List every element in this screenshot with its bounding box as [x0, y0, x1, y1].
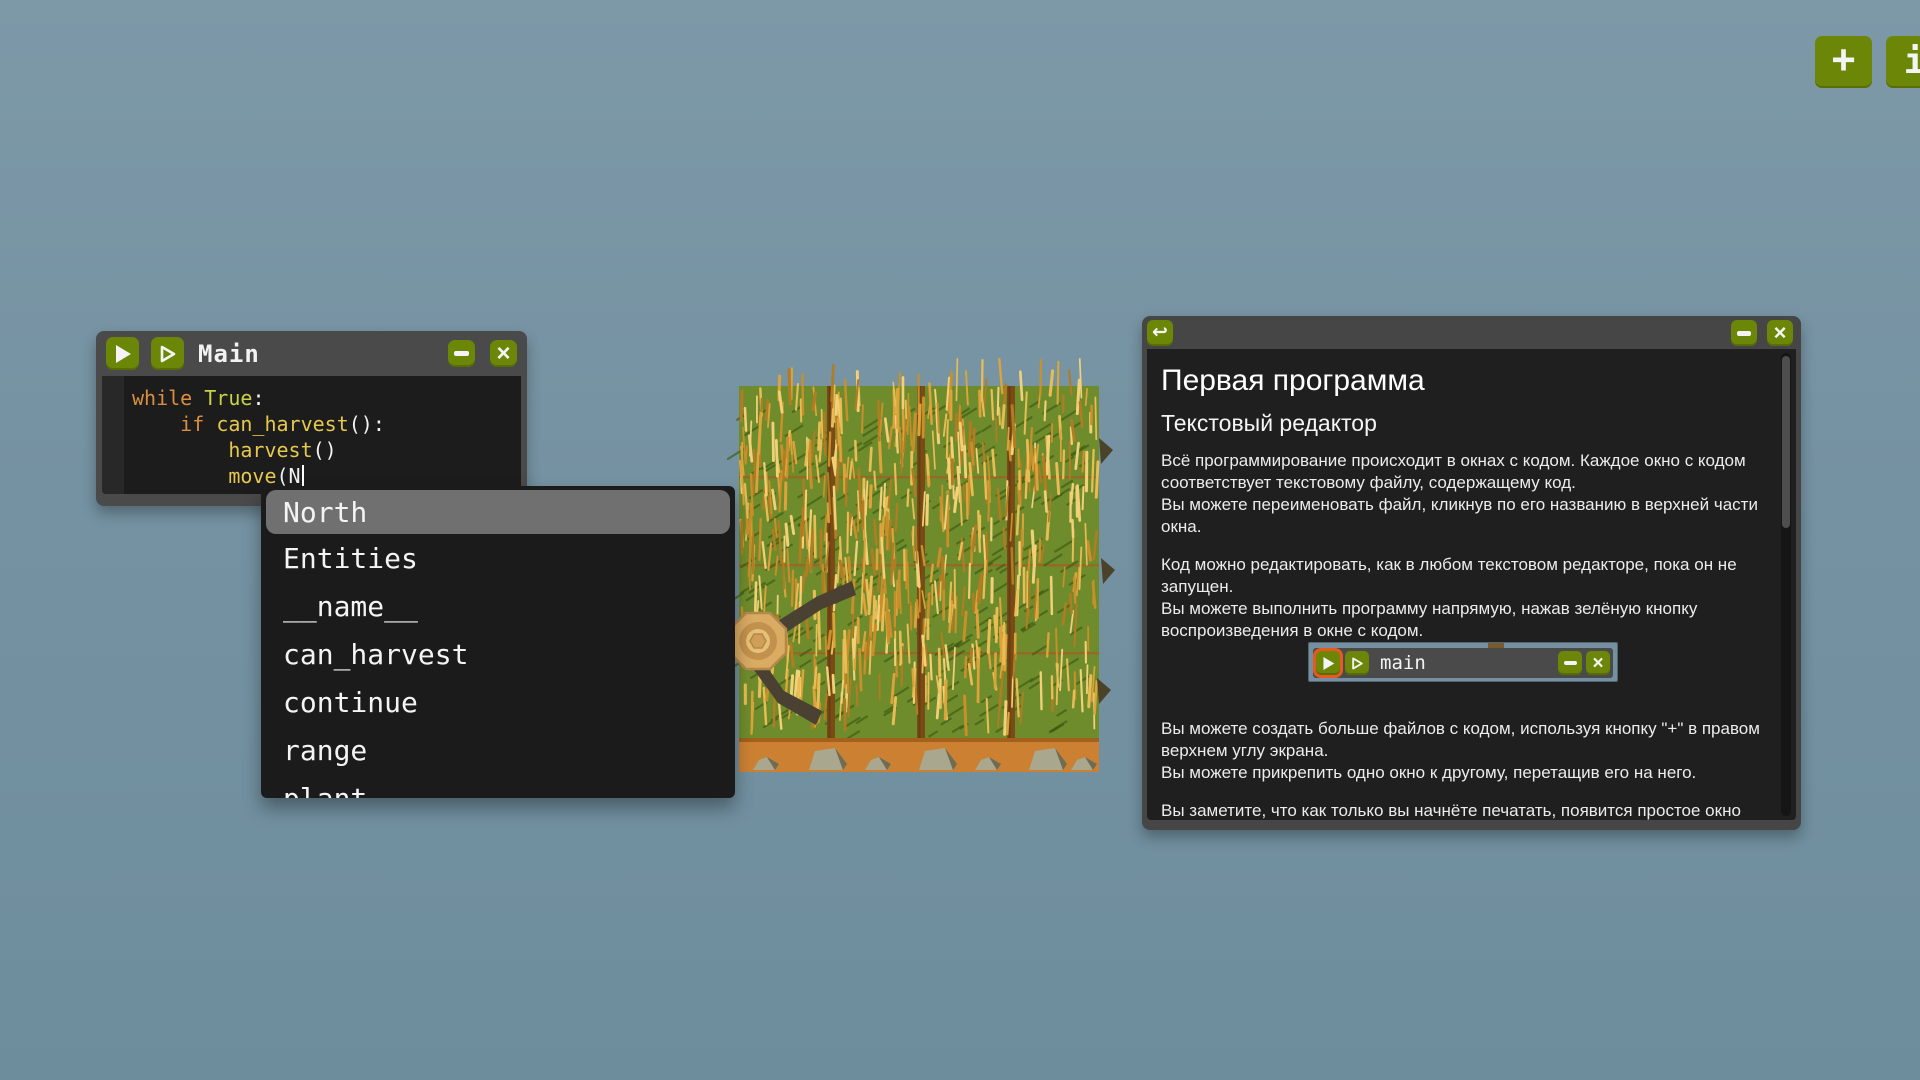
- autocomplete-dropdown: NorthEntities__name__can_harvestcontinue…: [261, 486, 735, 798]
- play-filled-icon: [114, 344, 132, 364]
- autocomplete-item-__name__[interactable]: __name__: [261, 582, 735, 630]
- close-icon: ×: [1774, 322, 1787, 344]
- back-button[interactable]: ↩: [1147, 320, 1173, 346]
- illustration-close-button: ×: [1586, 651, 1610, 675]
- info-icon: i: [1904, 44, 1920, 80]
- autocomplete-item-plant[interactable]: plant: [261, 774, 735, 798]
- autocomplete-item-can_harvest[interactable]: can_harvest: [261, 630, 735, 678]
- run-button[interactable]: [106, 337, 139, 370]
- help-paragraph: Вы заметите, что как только вы начнёте п…: [1161, 800, 1762, 820]
- help-content: Первая программа Текстовый редактор Всё …: [1147, 349, 1796, 820]
- play-outline-icon: [1351, 656, 1364, 671]
- minus-icon: [1737, 331, 1751, 336]
- illustration-file-name: main: [1380, 652, 1426, 674]
- play-outline-icon: [159, 344, 177, 364]
- code-text[interactable]: while True: if can_harvest(): harvest() …: [132, 385, 385, 489]
- minus-icon: [1564, 661, 1577, 665]
- help-paragraph: Вы можете создать больше файлов с кодом,…: [1161, 718, 1762, 784]
- code-window-titlebar[interactable]: Main ×: [96, 331, 527, 376]
- game-desktop: Main × while True: if can_harvest(): har…: [0, 0, 1920, 1080]
- farm-plot-scene[interactable]: [727, 358, 1119, 788]
- illustration-step-button: [1345, 651, 1369, 675]
- text-cursor: [302, 465, 304, 486]
- embedded-screenshot: main ×: [1308, 642, 1618, 682]
- autocomplete-item-continue[interactable]: continue: [261, 678, 735, 726]
- new-file-button[interactable]: +: [1815, 36, 1872, 88]
- close-icon: ×: [496, 342, 510, 366]
- illustration-titlebar: main ×: [1313, 648, 1613, 678]
- illustration-minimize-button: [1558, 651, 1582, 675]
- play-filled-icon: [1322, 656, 1335, 671]
- help-paragraph: Код можно редактировать, как в любом тек…: [1161, 554, 1762, 642]
- minimize-button[interactable]: [448, 340, 475, 367]
- help-subtitle: Текстовый редактор: [1161, 409, 1762, 437]
- close-button[interactable]: ×: [490, 340, 517, 367]
- help-window: ↩ × Первая программа Текстовый редактор …: [1142, 316, 1801, 830]
- plus-icon: +: [1831, 39, 1856, 81]
- autocomplete-item-North[interactable]: North: [266, 490, 730, 534]
- editor-gutter: [102, 376, 124, 494]
- code-window: Main × while True: if can_harvest(): har…: [96, 331, 527, 506]
- help-minimize-button[interactable]: [1731, 320, 1757, 346]
- autocomplete-item-range[interactable]: range: [261, 726, 735, 774]
- info-button[interactable]: i: [1886, 36, 1920, 88]
- back-arrow-icon: ↩: [1152, 323, 1168, 342]
- file-name-label[interactable]: Main: [198, 340, 260, 368]
- illustration-run-button: [1316, 651, 1340, 675]
- help-scrollbar[interactable]: [1781, 353, 1791, 816]
- help-close-button[interactable]: ×: [1767, 320, 1793, 346]
- minus-icon: [454, 351, 469, 356]
- step-run-button[interactable]: [151, 337, 184, 370]
- autocomplete-item-Entities[interactable]: Entities: [261, 534, 735, 582]
- close-icon: ×: [1592, 654, 1603, 673]
- help-window-titlebar[interactable]: ↩ ×: [1142, 316, 1801, 349]
- help-paragraph: Всё программирование происходит в окнах …: [1161, 450, 1762, 538]
- scrollbar-thumb[interactable]: [1782, 356, 1790, 528]
- help-title: Первая программа: [1161, 363, 1762, 399]
- code-editor-body[interactable]: while True: if can_harvest(): harvest() …: [102, 376, 521, 494]
